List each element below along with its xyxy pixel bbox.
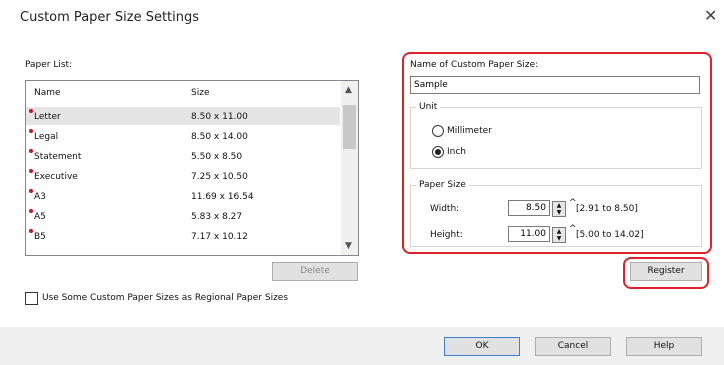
custom-name-input[interactable] xyxy=(410,76,700,94)
unit-inch-radio[interactable] xyxy=(432,146,444,158)
scroll-up-icon[interactable]: ▲ xyxy=(345,85,352,95)
scroll-down-icon[interactable]: ▼ xyxy=(345,241,352,251)
list-item[interactable]: Statement 5.50 x 8.50 xyxy=(26,147,340,165)
list-item[interactable]: Legal 8.50 x 14.00 xyxy=(26,127,340,145)
list-item[interactable]: Executive 7.25 x 10.50 xyxy=(26,167,340,185)
list-item-size: 7.25 x 10.50 xyxy=(191,172,248,182)
delete-button[interactable]: Delete xyxy=(272,262,358,281)
paper-list-label: Paper List: xyxy=(25,60,73,70)
unit-millimeter-label: Millimeter xyxy=(447,126,492,136)
help-button[interactable]: Help xyxy=(626,337,702,356)
list-scrollbar[interactable]: ▲ ▼ xyxy=(341,81,358,255)
scroll-thumb[interactable] xyxy=(343,105,356,149)
width-label: Width: xyxy=(430,204,460,214)
list-item[interactable]: A5 5.83 x 8.27 xyxy=(26,207,340,225)
list-item[interactable]: Letter 8.50 x 11.00 xyxy=(26,107,340,125)
list-item[interactable]: A3 11.69 x 16.54 xyxy=(26,187,340,205)
list-item-name: Executive xyxy=(34,172,78,182)
marker-icon xyxy=(29,229,33,233)
marker-icon xyxy=(29,209,33,213)
paper-size-group-label: Paper Size xyxy=(416,180,469,190)
height-input[interactable] xyxy=(508,226,550,242)
regional-paper-label: Use Some Custom Paper Sizes as Regional … xyxy=(42,293,289,303)
list-item-size: 8.50 x 11.00 xyxy=(191,112,248,122)
list-item-size: 8.50 x 14.00 xyxy=(191,132,248,142)
list-item-size: 5.50 x 8.50 xyxy=(191,152,243,162)
list-item-name: B5 xyxy=(34,232,46,242)
unit-millimeter-radio[interactable] xyxy=(432,125,444,137)
ok-button[interactable]: OK xyxy=(444,337,520,356)
list-item-name: Statement xyxy=(34,152,82,162)
width-spinner[interactable]: ▲ ▼ xyxy=(552,201,566,217)
list-item-size: 7.17 x 10.12 xyxy=(191,232,248,242)
close-icon[interactable]: ✕ xyxy=(704,6,717,25)
list-item-name: Legal xyxy=(34,132,59,142)
column-header-name[interactable]: Name xyxy=(34,88,61,98)
custom-name-label: Name of Custom Paper Size: xyxy=(410,60,539,70)
marker-icon xyxy=(29,169,33,173)
regional-paper-checkbox[interactable] xyxy=(25,292,38,305)
list-item-name: Letter xyxy=(34,112,61,122)
marker-icon xyxy=(29,149,33,153)
column-header-size[interactable]: Size xyxy=(191,88,209,98)
unit-group xyxy=(410,107,702,169)
list-item[interactable]: B5 7.17 x 10.12 xyxy=(26,227,340,245)
list-item-name: A5 xyxy=(34,212,46,222)
marker-icon xyxy=(29,189,33,193)
width-input[interactable] xyxy=(508,200,550,216)
unit-group-label: Unit xyxy=(416,102,441,112)
list-item-size: 11.69 x 16.54 xyxy=(191,192,254,202)
cancel-button[interactable]: Cancel xyxy=(535,337,611,356)
height-range: [5.00 to 14.02] xyxy=(576,230,644,240)
paper-list[interactable]: Name Size Letter 8.50 x 11.00 Legal 8.50… xyxy=(25,80,359,256)
marker-icon xyxy=(29,129,33,133)
dialog-footer xyxy=(0,327,724,365)
marker-icon xyxy=(29,109,33,113)
paper-list-header: Name Size xyxy=(26,81,340,103)
unit-inch-label: Inch xyxy=(447,147,467,157)
dialog-title: Custom Paper Size Settings xyxy=(20,10,200,25)
height-label: Height: xyxy=(430,230,463,240)
height-spinner[interactable]: ▲ ▼ xyxy=(552,227,566,243)
list-item-size: 5.83 x 8.27 xyxy=(191,212,243,222)
register-button[interactable]: Register xyxy=(630,262,702,281)
list-item-name: A3 xyxy=(34,192,46,202)
width-range: [2.91 to 8.50] xyxy=(576,204,638,214)
